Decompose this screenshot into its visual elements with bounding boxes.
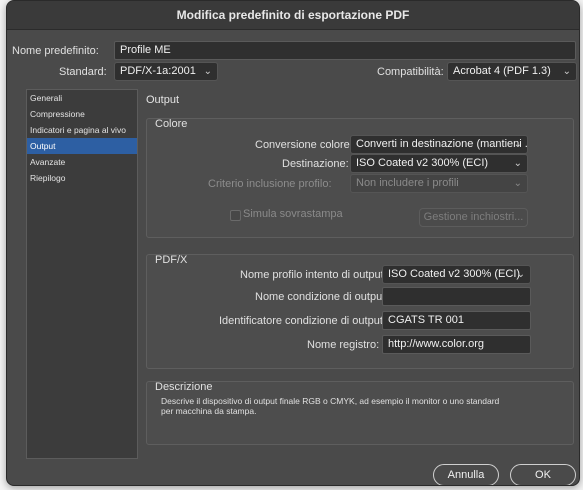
colore-group-title: Colore [155, 118, 188, 130]
compatibility-select[interactable]: Acrobat 4 (PDF 1.3) ⌄ [447, 62, 577, 81]
condition-name-label: Nome condizione di output: [255, 291, 389, 303]
color-conversion-value: Converti in destinazione (mantieni ... [356, 138, 528, 150]
simulate-overprint-checkbox[interactable] [230, 210, 241, 221]
cancel-button[interactable]: Annulla [433, 464, 499, 485]
intent-profile-value: ISO Coated v2 300% (ECI) [388, 268, 521, 280]
profile-inclusion-value: Non includere i profili [356, 177, 459, 189]
chevron-down-icon: ⌄ [203, 66, 212, 77]
export-preset-dialog: Modifica predefinito di esportazione PDF… [6, 0, 580, 486]
sidebar-item-riepilogo[interactable]: Riepilogo [27, 170, 137, 186]
compatibility-value: Acrobat 4 (PDF 1.3) [453, 65, 551, 77]
page-title: Output [146, 94, 180, 106]
simulate-overprint-label: Simula sovrastampa [243, 208, 343, 220]
condition-name-input[interactable] [382, 287, 531, 306]
dialog-title: Modifica predefinito di esportazione PDF [7, 1, 579, 30]
sidebar: Generali Compressione Indicatori e pagin… [26, 89, 138, 459]
ink-manager-button[interactable]: Gestione inchiostri... [419, 208, 528, 227]
standard-label: Standard: [59, 66, 107, 78]
destination-value: ISO Coated v2 300% (ECI) [356, 157, 489, 169]
destination-select[interactable]: ISO Coated v2 300% (ECI) ⌄ [350, 154, 528, 173]
intent-profile-select[interactable]: ISO Coated v2 300% (ECI) ⌄ [382, 265, 531, 284]
profile-inclusion-select[interactable]: Non includere i profili ⌄ [350, 174, 528, 193]
standard-select[interactable]: PDF/X-1a:2001 ⌄ [114, 62, 218, 81]
profile-inclusion-label: Criterio inclusione profilo: [208, 178, 332, 190]
description-line-1: Descrive il dispositivo di output finale… [161, 396, 500, 406]
chevron-down-icon: ⌄ [513, 139, 522, 150]
color-conversion-select[interactable]: Converti in destinazione (mantieni ... ⌄ [350, 135, 528, 154]
sidebar-item-compressione[interactable]: Compressione [27, 106, 137, 122]
registry-name-label: Nome registro: [307, 339, 380, 351]
chevron-down-icon: ⌄ [562, 66, 571, 77]
sidebar-item-output[interactable]: Output [27, 138, 137, 154]
chevron-down-icon: ⌄ [513, 158, 522, 169]
description-group-title: Descrizione [155, 381, 213, 393]
preset-name-label: Nome predefinito: [12, 45, 99, 57]
compatibility-label: Compatibilità: [377, 66, 444, 78]
condition-id-input[interactable]: CGATS TR 001 [382, 311, 531, 330]
sidebar-item-generali[interactable]: Generali [27, 90, 137, 106]
pdfx-group-title: PDF/X [155, 254, 188, 266]
intent-profile-label: Nome profilo intento di output: [240, 269, 387, 281]
sidebar-item-avanzate[interactable]: Avanzate [27, 154, 137, 170]
ok-button[interactable]: OK [510, 464, 576, 485]
chevron-down-icon: ⌄ [513, 178, 522, 189]
chevron-down-icon: ⌄ [516, 269, 525, 280]
standard-value: PDF/X-1a:2001 [120, 65, 196, 77]
color-conversion-label: Conversione colore: [255, 139, 353, 151]
description-line-2: per macchina da stampa. [161, 406, 257, 416]
sidebar-item-indicatori[interactable]: Indicatori e pagina al vivo [27, 122, 137, 138]
destination-label: Destinazione: [282, 158, 349, 170]
preset-name-input[interactable]: Profile ME [114, 41, 576, 60]
condition-id-label: Identificatore condizione di output: [219, 315, 386, 327]
registry-name-input[interactable]: http://www.color.org [382, 335, 531, 354]
